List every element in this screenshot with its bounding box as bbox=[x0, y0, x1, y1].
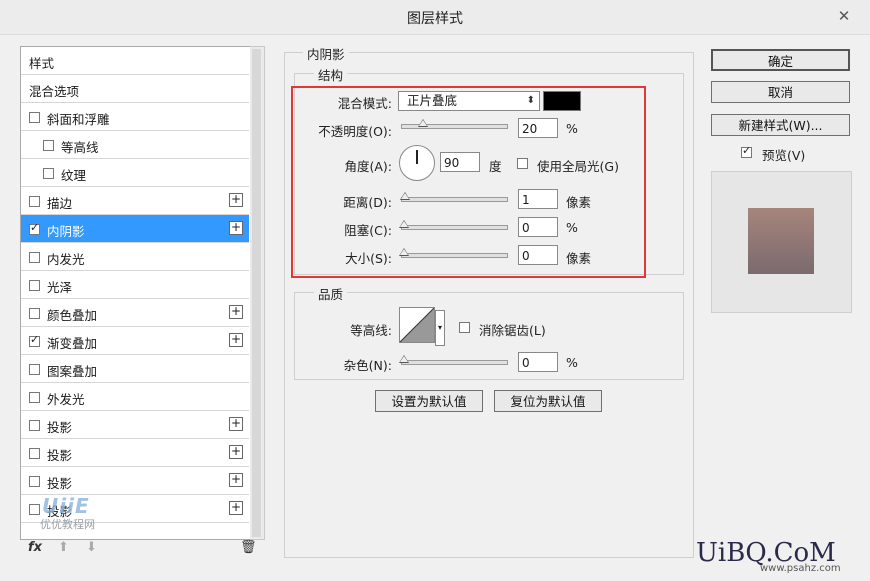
add-effect-icon[interactable]: + bbox=[229, 473, 243, 487]
style-checkbox[interactable] bbox=[29, 364, 40, 375]
style-list-label: 斜面和浮雕 bbox=[47, 112, 110, 127]
move-up-icon[interactable]: ⬆ bbox=[58, 540, 69, 555]
add-effect-icon[interactable]: + bbox=[229, 305, 243, 319]
style-list-label: 内阴影 bbox=[47, 224, 85, 239]
style-checkbox[interactable] bbox=[29, 392, 40, 403]
style-list-label: 纹理 bbox=[61, 168, 87, 183]
style-checkbox[interactable] bbox=[29, 504, 40, 515]
brand-logo: UiiE bbox=[42, 494, 90, 518]
preview-swatch bbox=[748, 208, 814, 274]
style-list-label: 投影 bbox=[47, 476, 73, 491]
style-checkbox[interactable] bbox=[29, 333, 40, 347]
brand-subtitle: 优优教程网 bbox=[40, 518, 95, 531]
add-effect-icon[interactable]: + bbox=[229, 501, 243, 515]
style-checkbox[interactable] bbox=[29, 476, 40, 487]
style-list-item[interactable]: 投影 + bbox=[21, 439, 249, 467]
preview-checkbox[interactable] bbox=[741, 144, 752, 158]
style-list-label: 等高线 bbox=[61, 140, 99, 155]
contour-dropdown-icon[interactable]: ▾ bbox=[435, 310, 445, 346]
ok-button[interactable]: 确定 bbox=[711, 49, 850, 71]
style-list-scrollbar[interactable] bbox=[250, 46, 265, 540]
style-list-item[interactable]: 投影 + bbox=[21, 411, 249, 439]
style-list-item[interactable]: 斜面和浮雕 bbox=[21, 103, 249, 131]
style-list-label: 渐变叠加 bbox=[47, 336, 98, 351]
title-bar: 图层样式 ✕ bbox=[0, 0, 870, 35]
style-list-item[interactable]: 纹理 bbox=[21, 159, 249, 187]
move-down-icon[interactable]: ⬇ bbox=[86, 540, 97, 555]
style-list-item[interactable]: 投影 + bbox=[21, 467, 249, 495]
cancel-button[interactable]: 取消 bbox=[711, 81, 850, 103]
style-list-label: 颜色叠加 bbox=[47, 308, 98, 323]
style-list-label: 描边 bbox=[47, 196, 73, 211]
style-checkbox[interactable] bbox=[29, 280, 40, 291]
structure-title: 结构 bbox=[314, 65, 348, 84]
reset-default-button[interactable]: 复位为默认值 bbox=[494, 390, 602, 412]
style-list-label: 外发光 bbox=[47, 392, 85, 407]
style-list-label: 内发光 bbox=[47, 252, 85, 267]
style-checkbox[interactable] bbox=[29, 420, 40, 431]
add-effect-icon[interactable]: + bbox=[229, 333, 243, 347]
contour-curve-icon bbox=[399, 307, 435, 343]
noise-slider[interactable] bbox=[399, 355, 508, 365]
style-list-label: 投影 bbox=[47, 420, 73, 435]
add-effect-icon[interactable]: + bbox=[229, 193, 243, 207]
style-list-item[interactable]: 渐变叠加 + bbox=[21, 327, 249, 355]
style-checkbox[interactable] bbox=[29, 221, 40, 235]
scrollbar-thumb[interactable] bbox=[252, 49, 261, 537]
preview-label: 预览(V) bbox=[762, 148, 806, 163]
set-default-button[interactable]: 设置为默认值 bbox=[375, 390, 483, 412]
style-list: 样式混合选项斜面和浮雕等高线纹理描边 + 内阴影 + 内发光光泽颜色叠加 + 渐变叠加 + 图案… bbox=[20, 46, 252, 540]
noise-unit: % bbox=[566, 355, 578, 370]
style-list-item[interactable]: 图案叠加 bbox=[21, 355, 249, 383]
noise-label: 杂色(N): bbox=[343, 358, 392, 373]
style-list-item[interactable]: 外发光 bbox=[21, 383, 249, 411]
trash-icon[interactable]: 🗑 bbox=[240, 540, 257, 555]
quality-title: 品质 bbox=[314, 284, 348, 303]
fx-icon[interactable]: fx bbox=[28, 540, 42, 555]
antialias-label: 消除锯齿(L) bbox=[479, 323, 546, 338]
style-list-toolbar: fx ⬆ ⬇ 🗑 bbox=[20, 538, 264, 562]
style-list-item[interactable]: 颜色叠加 + bbox=[21, 299, 249, 327]
highlight-box bbox=[291, 86, 646, 278]
style-list-label: 投影 bbox=[47, 448, 73, 463]
style-checkbox[interactable] bbox=[29, 308, 40, 319]
style-checkbox[interactable] bbox=[29, 448, 40, 459]
add-effect-icon[interactable]: + bbox=[229, 445, 243, 459]
style-list-item[interactable]: 混合选项 bbox=[21, 75, 249, 103]
style-checkbox[interactable] bbox=[43, 168, 54, 179]
style-checkbox[interactable] bbox=[29, 196, 40, 207]
style-list-item[interactable]: 等高线 bbox=[21, 131, 249, 159]
style-list-label: 样式 bbox=[29, 56, 55, 71]
style-list-label: 混合选项 bbox=[29, 84, 80, 99]
contour-preview[interactable] bbox=[399, 307, 435, 343]
style-checkbox[interactable] bbox=[29, 112, 40, 123]
style-checkbox[interactable] bbox=[29, 252, 40, 263]
new-style-button[interactable]: 新建样式(W)... bbox=[711, 114, 850, 136]
style-list-item[interactable]: 内发光 bbox=[21, 243, 249, 271]
site-url: www.psahz.com bbox=[760, 563, 841, 574]
style-list-label: 光泽 bbox=[47, 280, 73, 295]
style-list-label: 图案叠加 bbox=[47, 364, 98, 379]
style-list-item[interactable]: 内阴影 + bbox=[21, 215, 249, 243]
close-button[interactable]: ✕ bbox=[830, 5, 858, 27]
contour-label: 等高线: bbox=[350, 323, 392, 338]
noise-input[interactable]: 0 bbox=[518, 352, 558, 372]
antialias-checkbox[interactable] bbox=[459, 322, 470, 333]
style-list-item[interactable]: 光泽 bbox=[21, 271, 249, 299]
style-list-item[interactable]: 样式 bbox=[21, 47, 249, 75]
style-checkbox[interactable] bbox=[43, 140, 54, 151]
add-effect-icon[interactable]: + bbox=[229, 417, 243, 431]
noise-slider-knob[interactable] bbox=[399, 355, 409, 363]
add-effect-icon[interactable]: + bbox=[229, 221, 243, 235]
preview-box bbox=[711, 171, 852, 313]
inner-shadow-title: 内阴影 bbox=[303, 44, 349, 63]
style-list-item[interactable]: 描边 + bbox=[21, 187, 249, 215]
window-title: 图层样式 bbox=[407, 11, 463, 27]
